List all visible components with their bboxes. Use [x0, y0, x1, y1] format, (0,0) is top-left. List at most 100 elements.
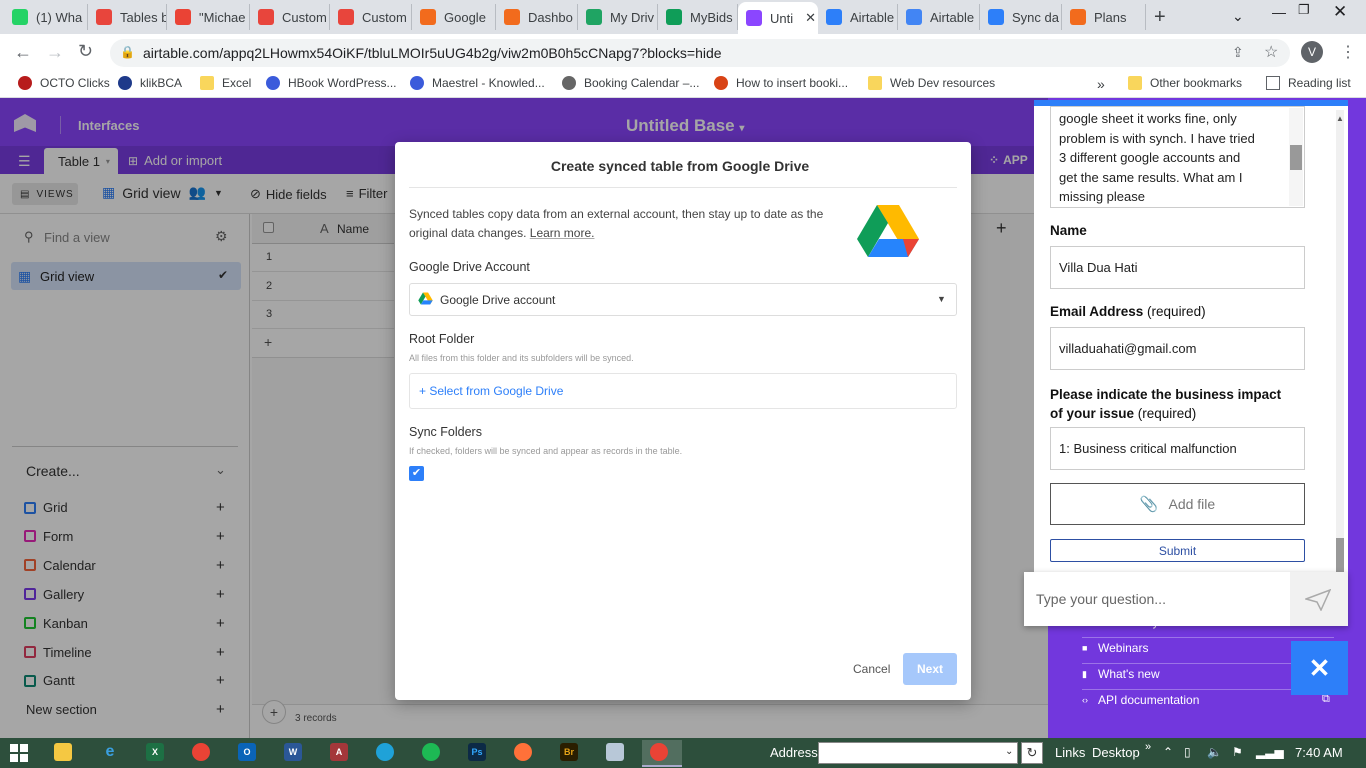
help-link-label: What's new	[1098, 667, 1160, 681]
scroll-up-icon[interactable]: ▲	[1336, 114, 1344, 123]
submit-button[interactable]: Submit	[1050, 539, 1305, 562]
minimize-icon[interactable]: —	[1272, 4, 1286, 20]
name-field[interactable]: Villa Dua Hati	[1050, 246, 1305, 289]
textarea-scroll-thumb[interactable]	[1290, 145, 1302, 170]
menu-icon[interactable]: ⋮	[1340, 42, 1356, 62]
tray-chevron-icon[interactable]: ⌃	[1163, 745, 1173, 759]
taskbar-address-input[interactable]	[818, 742, 1018, 764]
browser-tab-label: Airtable	[850, 9, 895, 25]
bookmark-item[interactable]: Excel	[200, 76, 251, 90]
sheets-icon	[666, 9, 682, 25]
maximize-icon[interactable]: ❐	[1298, 2, 1310, 18]
profile-avatar[interactable]: V	[1301, 41, 1323, 63]
browser-tab[interactable]: My Driv	[578, 4, 658, 30]
network-icon[interactable]: ▂▃▅	[1256, 745, 1284, 759]
airtable-icon	[826, 9, 842, 25]
browser-tab[interactable]: Plans	[1062, 4, 1146, 30]
modal-divider	[409, 187, 957, 188]
edge-icon[interactable]	[376, 743, 394, 761]
cancel-button[interactable]: Cancel	[853, 662, 890, 676]
browser-tab[interactable]: Dashbo	[496, 4, 578, 30]
chevron-down-icon: ▼	[937, 294, 946, 304]
forward-icon[interactable]: →	[46, 42, 64, 63]
code-icon: ‹›	[1082, 695, 1088, 705]
bookmark-item[interactable]: klikBCA	[118, 76, 182, 90]
bookmark-item[interactable]: How to insert booki...	[714, 76, 848, 90]
firefox-icon[interactable]	[514, 743, 532, 761]
learn-more-link[interactable]: Learn more.	[530, 226, 595, 240]
close-tab-icon[interactable]: ✕	[805, 10, 816, 26]
bookmark-star-icon[interactable]: ☆	[1264, 42, 1278, 62]
browser-tab[interactable]: Airtable	[818, 4, 898, 30]
gear-icon	[1070, 9, 1086, 25]
form-scroll-thumb[interactable]	[1336, 538, 1344, 572]
url-text[interactable]: airtable.com/appq2LHowmx54OiKF/tbluLMOIr…	[143, 45, 722, 61]
browser-tab[interactable]: Airtable	[898, 4, 980, 30]
help-link[interactable]: ■ Webinars	[1082, 641, 1148, 655]
clock[interactable]: 7:40 AM	[1295, 745, 1343, 760]
lock-icon[interactable]: 🔒	[120, 45, 135, 59]
help-link[interactable]: ‹› API documentation	[1082, 693, 1199, 707]
whatsapp-icon	[12, 9, 28, 25]
reading-list[interactable]: Reading list	[1266, 76, 1351, 90]
bookmark-item[interactable]: HBook WordPress...	[266, 76, 396, 90]
browser-tab[interactable]: Google	[412, 4, 496, 30]
outlook-icon[interactable]: O	[238, 743, 256, 761]
other-bookmarks[interactable]: Other bookmarks	[1128, 76, 1242, 90]
form-scrollbar[interactable]	[1336, 110, 1344, 572]
access-icon[interactable]: A	[330, 743, 348, 761]
photoshop-icon[interactable]: Ps	[468, 743, 486, 761]
bookmark-item[interactable]: Maestrel - Knowled...	[410, 76, 545, 90]
calculator-icon[interactable]	[606, 743, 624, 761]
browser-tab[interactable]: Sync da	[980, 4, 1062, 30]
browser-tab[interactable]: Tables b	[88, 4, 167, 30]
browser-tab[interactable]: Custom	[330, 4, 412, 30]
email-field[interactable]: villaduahati@gmail.com	[1050, 327, 1305, 370]
link-icon	[714, 76, 728, 90]
word-icon[interactable]: W	[284, 743, 302, 761]
new-tab-button[interactable]: +	[1154, 6, 1166, 29]
help-link[interactable]: ▮ What's new	[1082, 667, 1160, 681]
bookmark-item[interactable]: Booking Calendar –...	[562, 76, 699, 90]
reload-icon[interactable]: ↻	[78, 41, 93, 62]
windows-start-icon[interactable]	[10, 744, 28, 762]
excel-icon[interactable]: X	[146, 743, 164, 761]
spotify-icon[interactable]	[422, 743, 440, 761]
browser-tab[interactable]: Custom	[250, 4, 330, 30]
flag-icon[interactable]: ⚑	[1232, 745, 1243, 759]
impact-select[interactable]: 1: Business critical malfunction	[1050, 427, 1305, 470]
send-icon	[1305, 589, 1331, 611]
question-input[interactable]: Type your question...	[1036, 591, 1166, 607]
next-button[interactable]: Next	[903, 653, 957, 685]
links-toolbar[interactable]: Links	[1055, 745, 1085, 760]
bridge-icon[interactable]: Br	[560, 743, 578, 761]
sync-folders-checkbox[interactable]: ✔	[409, 466, 424, 481]
bookmarks-more-icon[interactable]: »	[1097, 76, 1105, 92]
browser-tab[interactable]: (1) Wha	[4, 4, 88, 30]
chevron-down-icon[interactable]: ⌄	[1005, 746, 1013, 757]
back-icon[interactable]: ←	[14, 42, 32, 63]
bookmark-item[interactable]: OCTO Clicks	[18, 76, 110, 90]
share-icon[interactable]: ⇪	[1232, 44, 1244, 61]
desktop-toolbar[interactable]: Desktop	[1092, 745, 1140, 760]
battery-icon[interactable]: ▯	[1184, 745, 1191, 759]
root-folder-label: Root Folder	[409, 332, 475, 346]
taskbar-go-icon[interactable]: ↻	[1021, 742, 1043, 764]
browser-tab[interactable]: Unti ✕	[738, 2, 818, 34]
toolbar-overflow-icon[interactable]: »	[1145, 741, 1151, 753]
ie-icon[interactable]: e	[100, 743, 120, 761]
volume-icon[interactable]: 🔈	[1207, 745, 1222, 759]
add-file-button[interactable]: 📎 Add file	[1050, 483, 1305, 525]
browser-tab-label: My Driv	[610, 9, 655, 25]
browser-tab-label: Custom	[282, 9, 327, 25]
video-icon: ■	[1082, 643, 1088, 653]
file-explorer-icon[interactable]	[54, 743, 72, 761]
tab-search-icon[interactable]: ⌄	[1232, 8, 1244, 25]
browser-tab[interactable]: "Michae	[167, 4, 250, 30]
close-window-icon[interactable]: ✕	[1333, 2, 1347, 22]
select-from-drive-button[interactable]: + Select from Google Drive	[419, 384, 563, 398]
bookmark-item[interactable]: Web Dev resources	[868, 76, 995, 90]
browser-tab[interactable]: MyBids	[658, 4, 738, 30]
close-help-button[interactable]: ✕	[1291, 641, 1348, 695]
chrome-icon[interactable]	[192, 743, 210, 761]
